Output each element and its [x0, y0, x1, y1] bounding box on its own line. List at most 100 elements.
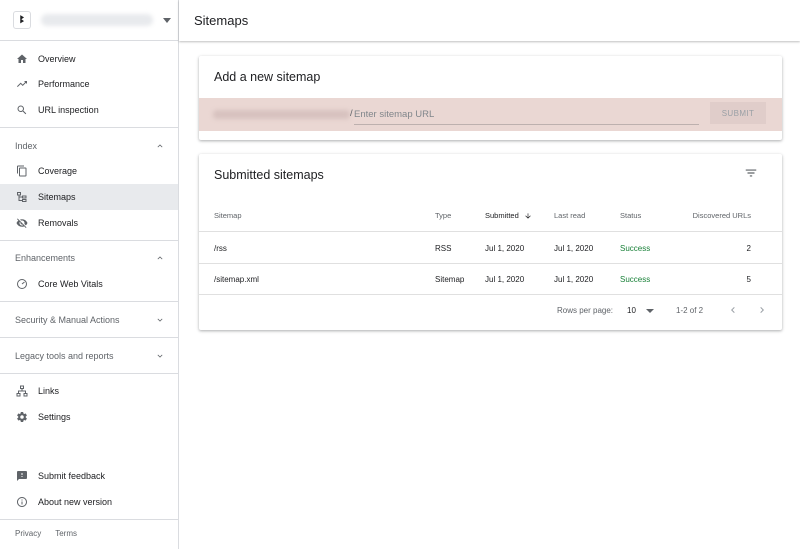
caret-down-icon[interactable] — [646, 309, 654, 313]
cell-sitemap: /rss — [214, 243, 227, 253]
feedback-icon — [15, 470, 28, 483]
column-header-sitemap[interactable]: Sitemap — [214, 200, 242, 231]
column-header-last-read[interactable]: Last read — [554, 200, 585, 231]
nav-item-core-web-vitals[interactable]: Core Web Vitals — [0, 272, 178, 296]
filter-icon[interactable] — [744, 166, 758, 180]
add-sitemap-card: Add a new sitemap / SUBMIT — [199, 56, 782, 140]
nav-item-settings[interactable]: Settings — [0, 405, 178, 429]
column-header-type[interactable]: Type — [435, 200, 451, 231]
column-header-submitted[interactable]: Submitted — [485, 200, 532, 231]
nav-item-links[interactable]: Links — [0, 379, 178, 403]
section-header-label: Enhancements — [15, 253, 76, 263]
chevron-down-icon — [157, 354, 163, 358]
nav-item-performance[interactable]: Performance — [0, 72, 178, 96]
cell-last-read: Jul 1, 2020 — [554, 243, 594, 253]
links-tree-icon — [15, 385, 28, 398]
sitemap-icon — [15, 191, 28, 204]
table-pagination: Rows per page: 10 1-2 of 2 — [199, 294, 782, 326]
submitted-sitemaps-card: Submitted sitemaps Sitemap Type Submitte… — [199, 154, 782, 330]
cell-type: Sitemap — [435, 274, 465, 284]
sitemap-url-input[interactable] — [354, 105, 699, 125]
nav-item-label: Links — [38, 386, 60, 396]
chevron-down-icon — [157, 318, 163, 322]
cell-discovered-urls: 5 — [746, 274, 751, 284]
url-separator: / — [350, 108, 353, 119]
cell-submitted: Jul 1, 2020 — [485, 243, 525, 253]
nav-item-label: Removals — [38, 218, 79, 228]
table-row[interactable]: /sitemap.xml Sitemap Jul 1, 2020 Jul 1, … — [199, 264, 782, 295]
nav-item-label: Sitemaps — [38, 192, 76, 202]
nav-item-label: Performance — [38, 79, 90, 89]
chevron-up-icon — [157, 256, 163, 260]
home-icon — [15, 53, 28, 66]
page-header: Sitemaps — [179, 0, 800, 41]
cell-type: RSS — [435, 243, 452, 253]
column-header-status[interactable]: Status — [620, 200, 641, 231]
nav-item-submit-feedback[interactable]: Submit feedback — [0, 464, 178, 488]
chevron-up-icon — [157, 144, 163, 148]
pagination-range: 1-2 of 2 — [676, 306, 704, 315]
divider — [0, 301, 178, 302]
terms-link[interactable]: Terms — [55, 529, 77, 538]
site-url-prefix-redacted — [213, 110, 350, 119]
cell-last-read: Jul 1, 2020 — [554, 274, 594, 284]
page-title: Sitemaps — [194, 13, 249, 28]
divider — [0, 240, 178, 241]
nav-item-label: Core Web Vitals — [38, 279, 103, 289]
nav-item-removals[interactable]: Removals — [0, 211, 178, 235]
main-content: Add a new sitemap / SUBMIT Submitted sit… — [179, 41, 800, 549]
property-name-redacted — [41, 14, 153, 26]
trending-up-icon — [15, 78, 28, 91]
chevron-left-icon[interactable] — [727, 304, 739, 316]
divider — [0, 127, 178, 128]
table-header: Sitemap Type Submitted Last read Status … — [199, 200, 782, 232]
info-icon — [15, 496, 28, 509]
sidebar: ꔪ Overview Performance URL inspection In… — [0, 0, 179, 549]
section-header-security[interactable]: Security & Manual Actions — [0, 308, 178, 332]
section-header-enhancements[interactable]: Enhancements — [0, 246, 178, 270]
nav-item-label: URL inspection — [38, 105, 99, 115]
cell-discovered-urls: 2 — [746, 243, 751, 253]
submit-button[interactable]: SUBMIT — [710, 102, 766, 124]
arrow-down-icon — [525, 212, 531, 219]
visibility-off-icon — [15, 217, 28, 230]
footer-links: Privacy Terms — [15, 529, 77, 538]
divider — [0, 337, 178, 338]
column-header-label: Submitted — [485, 211, 519, 220]
divider — [0, 40, 178, 41]
nav-item-label: Overview — [38, 54, 76, 64]
nav-item-sitemaps[interactable]: Sitemaps — [0, 184, 178, 210]
add-sitemap-title: Add a new sitemap — [214, 70, 321, 84]
nav-item-label: Coverage — [38, 166, 78, 176]
nav-item-url-inspection[interactable]: URL inspection — [0, 98, 178, 122]
section-header-label: Security & Manual Actions — [15, 315, 120, 325]
caret-down-icon — [163, 17, 171, 23]
nav-item-coverage[interactable]: Coverage — [0, 159, 178, 183]
property-selector[interactable]: ꔪ — [0, 0, 178, 40]
rows-per-page-select[interactable]: 10 — [627, 306, 636, 315]
search-icon — [15, 104, 28, 117]
gear-icon — [15, 411, 28, 424]
copy-pages-icon — [15, 165, 28, 178]
column-header-discovered-urls[interactable]: Discovered URLs — [693, 200, 751, 231]
property-favicon-icon: ꔪ — [13, 11, 31, 29]
nav-item-label: Submit feedback — [38, 471, 106, 481]
cell-status: Success — [620, 243, 651, 253]
section-header-label: Legacy tools and reports — [15, 351, 114, 361]
nav-item-overview[interactable]: Overview — [0, 47, 178, 71]
table-row[interactable]: /rss RSS Jul 1, 2020 Jul 1, 2020 Success… — [199, 233, 782, 264]
rows-per-page-label: Rows per page: — [557, 306, 614, 315]
nav-item-about-new-version[interactable]: About new version — [0, 490, 178, 514]
cell-sitemap: /sitemap.xml — [214, 274, 259, 284]
cell-submitted: Jul 1, 2020 — [485, 274, 525, 284]
nav-item-label: About new version — [38, 497, 113, 507]
privacy-link[interactable]: Privacy — [15, 529, 41, 538]
speed-gauge-icon — [15, 278, 28, 291]
section-header-index[interactable]: Index — [0, 134, 178, 158]
nav-item-label: Settings — [38, 412, 71, 422]
section-header-legacy[interactable]: Legacy tools and reports — [0, 344, 178, 368]
chevron-right-icon[interactable] — [756, 304, 768, 316]
divider — [0, 373, 178, 374]
divider — [0, 519, 178, 520]
cell-status: Success — [620, 274, 651, 284]
